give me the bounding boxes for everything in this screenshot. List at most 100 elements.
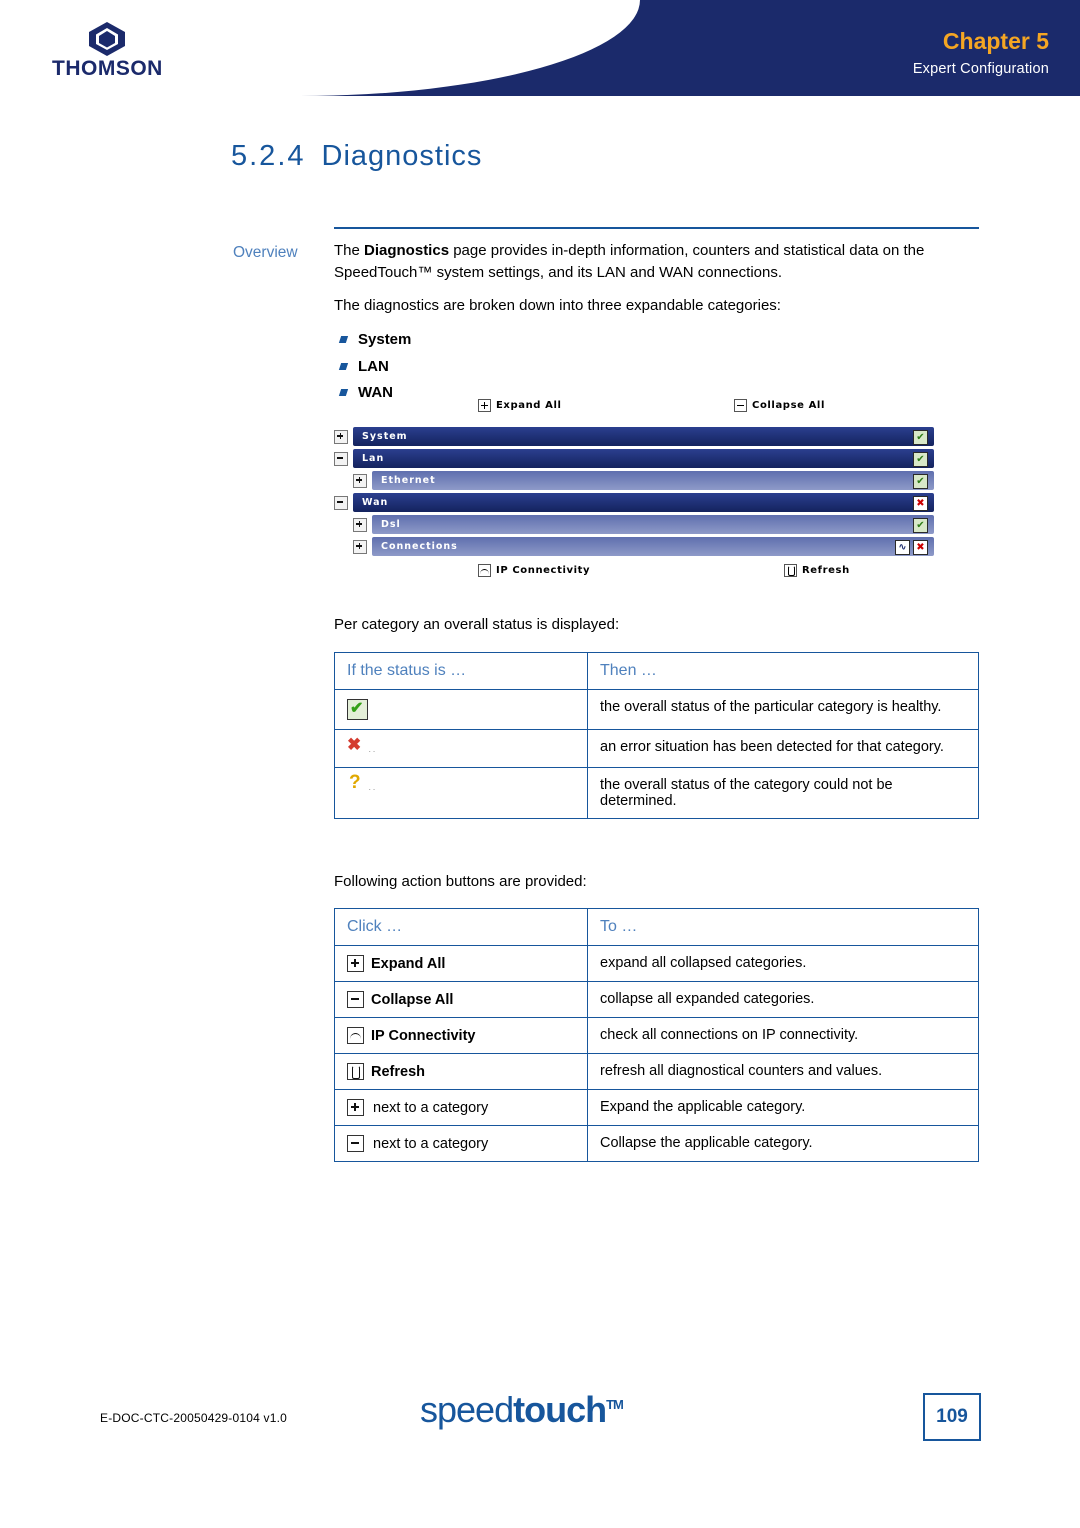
status-unknown-cell: ․․ [334,767,588,819]
table-row: ․․ the overall status of the category co… [334,767,979,819]
minus-icon [347,1135,364,1152]
overview-body: The Diagnostics page provides in-depth i… [334,240,982,406]
ip-connectivity-button[interactable]: IP Connectivity [478,564,590,577]
page-number: 109 [923,1393,981,1441]
tree-row-ethernet[interactable]: Ethernet ✔ [353,471,934,490]
thomson-mark-icon [89,22,126,56]
action-expand-category: next to a category [347,1099,575,1116]
expand-all-button[interactable]: Expand All [478,399,562,412]
speedtouch-logo: speedtouchTM [420,1389,624,1431]
collapse-all-label: Collapse All [752,400,825,411]
action-refresh-cell: Refresh [334,1053,588,1090]
tree-label-wan: Wan [362,497,389,508]
tree-row-lan[interactable]: Lan ✔ [334,449,934,468]
chapter-number: 5 [1036,28,1049,54]
wave-icon [347,1027,364,1044]
tree-label-ethernet: Ethernet [381,475,436,486]
section-number: 5.2.4 [231,140,306,172]
action-ip-connectivity: IP Connectivity [347,1027,575,1044]
diagnostics-screenshot: Expand All Collapse All System ✔ Lan ✔ E… [334,399,934,584]
table-row: ․․ an error situation has been detected … [334,729,979,768]
action-expand-category-description: Expand the applicable category. [587,1089,979,1126]
status-table-header-right: Then … [587,652,979,690]
tree-bar-dsl[interactable]: Dsl ✔ [372,515,934,534]
status-unknown-shadow: ․․ [368,782,377,794]
action-expand-all-description: expand all collapsed categories. [587,945,979,982]
table-header-row: If the status is … Then … [334,652,979,690]
screenshot-bottom-actions: IP Connectivity Refresh [334,564,934,584]
status-unknown-icon [347,772,366,796]
status-unknown-description: the overall status of the category could… [587,767,979,819]
chapter-label: Chapter [942,28,1030,54]
logo-touch: touch [513,1389,607,1430]
refresh-icon [784,564,797,577]
actions-intro-paragraph: Following action buttons are provided: [334,873,587,890]
plus-icon [347,955,364,972]
tree-label-dsl: Dsl [381,519,401,530]
status-ok-icon-dsl: ✔ [913,518,928,533]
para1-bold: Diagnostics [364,242,450,259]
table-row: the overall status of the particular cat… [334,689,979,730]
page-title: 5.2.4 Diagnostics [231,140,482,173]
status-error-description: an error situation has been detected for… [587,729,979,768]
collapse-icon-wan[interactable] [334,495,348,510]
action-refresh-description: refresh all diagnostical counters and va… [587,1053,979,1090]
tree-row-system[interactable]: System ✔ [334,427,934,446]
action-expand-category-label: next to a category [373,1099,489,1116]
status-table-header-left: If the status is … [334,652,588,690]
section-title: Diagnostics [321,140,483,172]
collapse-icon-lan[interactable] [334,451,348,466]
tree-row-dsl[interactable]: Dsl ✔ [353,515,934,534]
tree-bar-ethernet[interactable]: Ethernet ✔ [372,471,934,490]
bullet-system: System [334,327,982,353]
status-table: If the status is … Then … the overall st… [334,652,979,819]
tree-row-connections[interactable]: Connections ∿ ✖ [353,537,934,556]
status-error-icon-connections: ✖ [913,540,928,555]
footer-document-id: E-DOC-CTC-20050429-0104 v1.0 [100,1411,288,1425]
tree-bar-connections[interactable]: Connections ∿ ✖ [372,537,934,556]
table-row: next to a category Collapse the applicab… [334,1125,979,1162]
table-row: Refresh refresh all diagnostical counter… [334,1053,979,1090]
tree-row-wan[interactable]: Wan ✖ [334,493,934,512]
action-refresh: Refresh [347,1063,575,1080]
table-row: Collapse All collapse all expanded categ… [334,981,979,1018]
tree-label-connections: Connections [381,541,458,552]
minus-icon [734,399,747,412]
action-ip-connectivity-label: IP Connectivity [371,1027,476,1044]
action-collapse-category-description: Collapse the applicable category. [587,1125,979,1162]
action-collapse-all-label: Collapse All [371,991,454,1008]
tree-bar-wan[interactable]: Wan ✖ [353,493,934,512]
tree-bar-lan[interactable]: Lan ✔ [353,449,934,468]
title-rule [334,227,979,229]
bullet-lan: LAN [334,354,982,380]
screenshot-top-actions: Expand All Collapse All [334,399,934,419]
action-expand-all-cell: Expand All [334,945,588,982]
action-collapse-category-label: next to a category [373,1135,489,1152]
plus-icon [478,399,491,412]
overview-label: Overview [233,244,298,261]
table-row: IP Connectivity check all connections on… [334,1017,979,1054]
status-error-icon-wan: ✖ [913,496,928,511]
status-ok-icon-lan: ✔ [913,452,928,467]
action-collapse-all: Collapse All [347,991,575,1008]
collapse-all-button[interactable]: Collapse All [734,399,825,412]
thomson-logo: THOMSON [52,22,163,81]
expand-icon-dsl[interactable] [353,517,367,532]
expand-icon-connections[interactable] [353,539,367,554]
tree-bar-system[interactable]: System ✔ [353,427,934,446]
action-collapse-all-cell: Collapse All [334,981,588,1018]
refresh-button[interactable]: Refresh [784,564,850,577]
overview-paragraph-1: The Diagnostics page provides in-depth i… [334,240,982,284]
status-intro-paragraph: Per category an overall status is displa… [334,616,620,633]
expand-icon-system[interactable] [334,429,348,444]
status-error-icon [347,735,366,758]
chapter-title: Chapter 5 [943,28,1049,55]
action-collapse-category: next to a category [347,1135,575,1152]
action-refresh-label: Refresh [371,1063,425,1080]
actions-table-header-right: To … [587,908,979,946]
expand-icon-ethernet[interactable] [353,473,367,488]
thomson-wordmark: THOMSON [52,57,163,80]
logo-trademark: TM [606,1397,624,1412]
table-row: next to a category Expand the applicable… [334,1089,979,1126]
ip-connectivity-icon-connections: ∿ [895,540,910,555]
